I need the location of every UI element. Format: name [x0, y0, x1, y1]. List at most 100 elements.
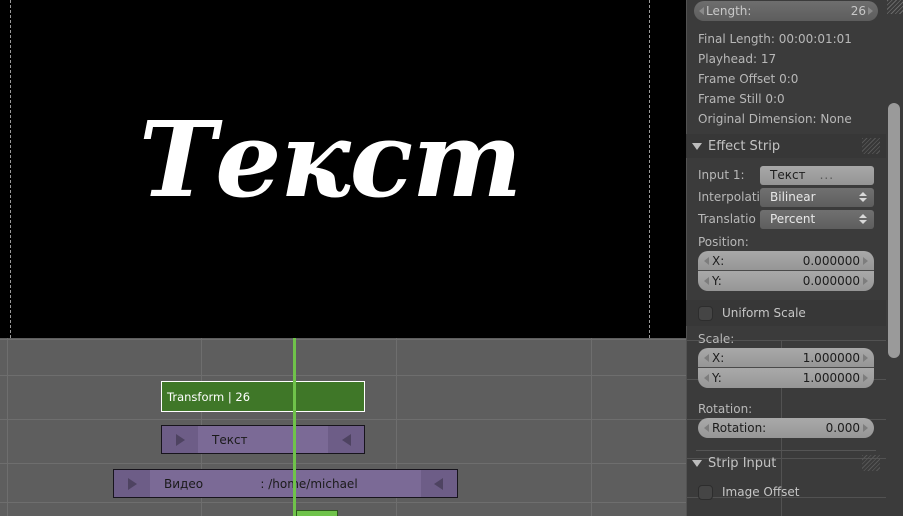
rotation-value: 0.000 — [825, 421, 860, 435]
sequencer-timeline[interactable]: Transform | 26 Текст Видео : /home/micha… — [0, 338, 686, 516]
length-slider[interactable]: Length: 26 — [694, 1, 878, 21]
panel-grip-icon — [862, 138, 880, 154]
position-y-label: Y: — [712, 274, 722, 288]
panel-title-strip-input: Strip Input — [708, 455, 777, 471]
strip-sound[interactable] — [296, 510, 338, 516]
row-translation: Translatio Percent — [686, 208, 886, 230]
chevron-updown-icon — [859, 214, 867, 224]
chevron-down-icon — [692, 459, 702, 467]
track-separator — [0, 375, 686, 376]
position-y-field[interactable]: Y: 0.000000 — [698, 271, 874, 291]
position-label: Position: — [698, 235, 749, 249]
image-offset-row[interactable]: Image Offset — [686, 479, 886, 505]
input1-ellipsis: ... — [819, 168, 835, 182]
panel-title-effect-strip: Effect Strip — [708, 138, 781, 154]
strip-handle-left[interactable] — [162, 426, 198, 453]
scale-fields: X: 1.000000 Y: 1.000000 — [698, 348, 874, 388]
play-triangle-icon — [175, 433, 185, 446]
translation-dropdown[interactable]: Percent — [760, 209, 874, 229]
panel-header-strip-input[interactable]: Strip Input — [686, 451, 886, 475]
collapse-triangle-icon — [341, 433, 351, 446]
panel-grip-icon — [862, 455, 880, 471]
input1-field[interactable]: Текст ... — [760, 165, 874, 185]
increment-arrow-icon[interactable] — [863, 424, 868, 432]
interpolation-dropdown[interactable]: Bilinear — [760, 187, 874, 207]
chevron-down-icon — [692, 142, 702, 150]
strip-transform-label: Transform | 26 — [167, 389, 251, 404]
input1-label: Input 1: — [698, 168, 745, 182]
blender-video-sequence-editor: Текст Transform | 26 Текст Видео: /home… — [0, 0, 903, 516]
decrement-arrow-icon[interactable] — [704, 374, 709, 382]
preview-text: Текст — [138, 98, 522, 221]
decrement-arrow-icon[interactable] — [699, 7, 704, 15]
info-frame-offset: Frame Offset 0:0 — [698, 72, 799, 86]
scale-x-label: X: — [712, 350, 725, 365]
chevron-updown-icon — [859, 192, 867, 202]
info-frame-still: Frame Still 0:0 — [698, 92, 785, 106]
track-separator — [0, 502, 686, 503]
scale-x-value: 1.000000 — [802, 350, 860, 365]
strip-video-path: : /home/michael — [260, 476, 358, 491]
interpolation-label: Interpolati — [698, 190, 760, 204]
decrement-arrow-icon[interactable] — [704, 353, 709, 362]
info-playhead: Playhead: 17 — [698, 52, 777, 66]
play-triangle-icon — [127, 477, 137, 490]
decrement-arrow-icon[interactable] — [704, 424, 709, 432]
position-fields: X: 0.000000 Y: 0.000000 — [698, 251, 874, 291]
interpolation-value: Bilinear — [770, 190, 816, 204]
increment-arrow-icon[interactable] — [863, 353, 868, 362]
strip-text-label: Текст — [212, 432, 248, 447]
decrement-arrow-icon[interactable] — [704, 256, 709, 265]
rotation-fields: Rotation: 0.000 — [698, 418, 874, 438]
uniform-scale-checkbox[interactable] — [698, 305, 713, 321]
scale-y-label: Y: — [712, 371, 722, 385]
playhead[interactable] — [293, 338, 296, 516]
uniform-scale-row[interactable]: Uniform Scale — [686, 300, 886, 326]
collapse-triangle-icon — [434, 477, 444, 490]
row-input1: Input 1: Текст ... — [686, 164, 886, 186]
decrement-arrow-icon[interactable] — [704, 277, 709, 285]
position-y-value: 0.000000 — [802, 274, 860, 288]
scale-y-value: 1.000000 — [802, 371, 860, 385]
rotation-section-label: Rotation: — [698, 402, 753, 416]
video-preview[interactable]: Текст — [0, 0, 686, 338]
increment-arrow-icon[interactable] — [863, 256, 868, 265]
track-separator — [0, 339, 686, 340]
info-original-dimension: Original Dimension: None — [698, 112, 852, 126]
strip-transform[interactable]: Transform | 26 — [161, 381, 365, 412]
position-x-field[interactable]: X: 0.000000 — [698, 251, 874, 271]
input1-value: Текст — [770, 168, 806, 182]
timeline-gridline — [591, 338, 592, 516]
image-offset-checkbox[interactable] — [698, 484, 713, 500]
increment-arrow-icon[interactable] — [863, 374, 868, 382]
strip-handle-right[interactable] — [328, 426, 364, 453]
position-x-label: X: — [712, 253, 725, 268]
properties-scrollbar-thumb[interactable] — [888, 103, 900, 358]
strip-handle-right[interactable] — [420, 470, 457, 497]
properties-panel: Length: 26 Final Length: 00:00:01:01 Pla… — [686, 0, 903, 516]
strip-text[interactable]: Текст — [161, 425, 365, 454]
scale-x-field[interactable]: X: 1.000000 — [698, 348, 874, 368]
increment-arrow-icon[interactable] — [868, 7, 873, 15]
info-final-length: Final Length: 00:00:01:01 — [698, 32, 852, 46]
strip-video[interactable]: Видео : /home/michael — [113, 469, 458, 498]
translation-value: Percent — [770, 212, 816, 226]
track-separator — [0, 419, 686, 420]
track-separator — [0, 463, 686, 464]
strip-handle-left[interactable] — [114, 470, 150, 497]
panel-header-effect-strip[interactable]: Effect Strip — [686, 134, 886, 158]
rotation-field[interactable]: Rotation: 0.000 — [698, 418, 874, 438]
position-x-value: 0.000000 — [802, 253, 860, 268]
increment-arrow-icon[interactable] — [863, 277, 868, 285]
translation-label: Translatio — [698, 212, 756, 226]
image-offset-label: Image Offset — [722, 485, 800, 499]
uniform-scale-label: Uniform Scale — [722, 306, 806, 320]
timeline-gridline — [7, 338, 8, 516]
row-interpolation: Interpolati Bilinear — [686, 186, 886, 208]
scale-label: Scale: — [698, 332, 735, 346]
scale-y-field[interactable]: Y: 1.000000 — [698, 368, 874, 388]
strip-video-label: Видео — [164, 476, 204, 491]
length-value: 26 — [850, 4, 866, 18]
rotation-field-label: Rotation: — [712, 421, 767, 435]
length-label: Length: — [706, 4, 752, 18]
